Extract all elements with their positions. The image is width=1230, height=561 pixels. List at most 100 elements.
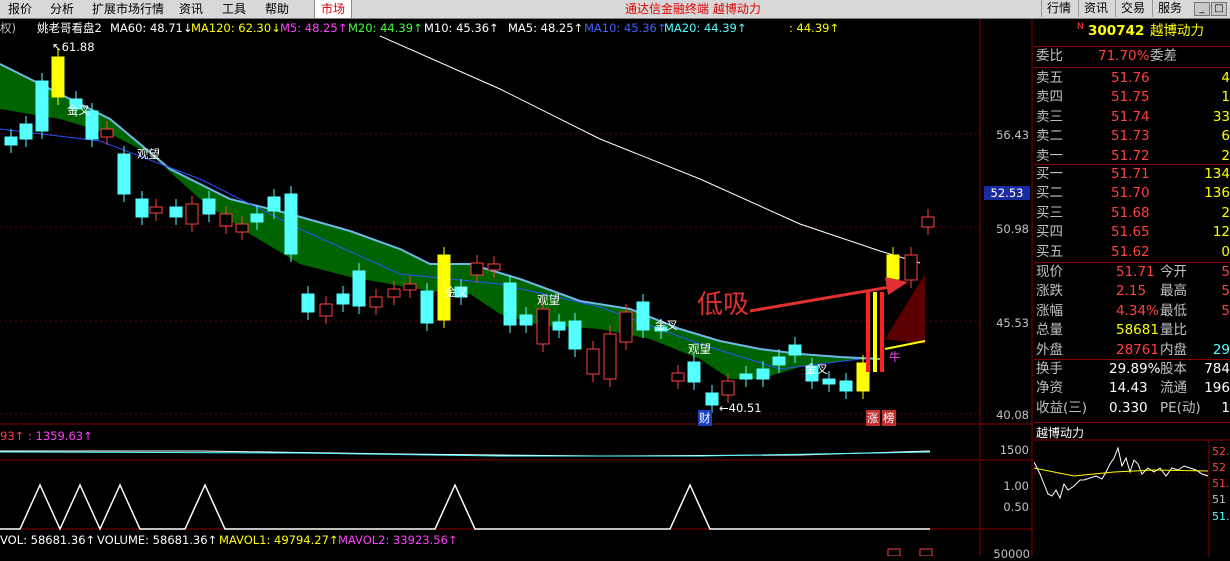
stat-label: 量比: [1160, 322, 1187, 339]
candle: [921, 216, 935, 228]
weibi-row: 委比 71.70% 委差: [1034, 47, 1230, 66]
bid-level-label: 买四: [1036, 224, 1063, 241]
candle: [336, 293, 350, 305]
trend-band: [0, 64, 880, 379]
menu-item-tools[interactable]: 工具: [222, 1, 246, 17]
price-axis-label: 50.98: [996, 222, 1029, 236]
candle: [149, 206, 163, 214]
stat-label: 股本: [1160, 361, 1187, 377]
menu-item-news[interactable]: 资讯: [179, 1, 203, 17]
bid-row: 买三 51.68 2: [1034, 204, 1230, 223]
indicator2-axis-low: 0.50: [1003, 500, 1029, 514]
stat-label: 涨幅: [1036, 302, 1063, 319]
candle: [519, 314, 533, 326]
legend-m10: M10: 45.36↑: [424, 21, 499, 35]
candle: [135, 198, 149, 218]
indicator1-label-b: : 1359.63↑: [28, 429, 93, 443]
bid-volume: 0: [1221, 243, 1230, 260]
minimize-icon[interactable]: _: [1194, 2, 1210, 16]
bid-row: 买四 51.65 12: [1034, 223, 1230, 242]
signal-bar: [866, 292, 870, 372]
ask-level-label: 卖三: [1036, 108, 1063, 125]
candle: [671, 372, 685, 382]
menu-bar: 报价 分析 扩展市场行情 资讯 工具 帮助 市场 通达信金融终端 越博动力 行情…: [0, 0, 1230, 19]
volume-axis-label: 50000: [993, 547, 1030, 561]
candle: [169, 206, 183, 218]
stat-row: 涨跌 2.15 最高 5: [1034, 282, 1230, 301]
stat-row: 净资 14.43 流通 196: [1034, 379, 1230, 398]
ask-volume: 4: [1221, 70, 1230, 86]
golden-cross-label: 金叉: [805, 362, 828, 376]
watch-label: 观望: [137, 147, 160, 161]
maximize-icon[interactable]: □: [1211, 2, 1227, 16]
stat-label: PE(动): [1160, 399, 1201, 416]
ask-volume: 2: [1221, 147, 1230, 164]
ask-volume: 6: [1221, 128, 1230, 145]
bid-level-label: 买五: [1036, 243, 1063, 260]
market-tab[interactable]: 市场: [314, 0, 353, 18]
candle: [705, 392, 719, 406]
stat-label: 最低: [1160, 302, 1187, 319]
stock-code[interactable]: 300742: [1088, 22, 1144, 41]
candle: [352, 270, 366, 307]
stat-value: 1: [1221, 399, 1230, 416]
stat-label: 换手: [1036, 361, 1063, 377]
price-axis-label: 45.53: [996, 316, 1029, 330]
stat-row: 现价 51.71 今开 5: [1034, 263, 1230, 282]
ma60-line: [379, 35, 921, 264]
stat-row: 换手 29.89% 股本 784: [1034, 360, 1230, 379]
stat-value: 29: [1212, 341, 1230, 358]
divider: [1034, 262, 1230, 263]
bid-level-label: 买二: [1036, 185, 1063, 202]
limit-up-marker: 涨: [866, 410, 880, 426]
candle: [822, 378, 836, 385]
candle: [301, 293, 315, 313]
menu-item-quote[interactable]: 报价: [8, 1, 32, 17]
candle: [319, 303, 333, 317]
candlestick-chart[interactable]: [0, 19, 1033, 556]
volume-bar: [887, 548, 901, 556]
mavol1-label: MAVOL1: 49794.27↑: [219, 533, 339, 547]
bid-price: 51.68: [1111, 204, 1150, 221]
candle: [839, 380, 853, 392]
service-button[interactable]: 服务: [1152, 0, 1187, 17]
bid-price: 51.62: [1111, 243, 1150, 260]
trade-button[interactable]: 交易: [1115, 0, 1150, 17]
ask-row: 卖五 51.76 4: [1034, 69, 1230, 88]
bid-row: 买二 51.70 136: [1034, 184, 1230, 203]
quote-button[interactable]: 行情: [1041, 0, 1076, 17]
weibi-value: 71.70%: [1098, 48, 1150, 64]
candle: [100, 128, 114, 138]
stat-row: 外盘 28761 内盘 29: [1034, 341, 1230, 360]
bid-row: 买一 51.71 134: [1034, 165, 1230, 184]
news-button[interactable]: 资讯: [1078, 0, 1113, 17]
candle: [250, 213, 264, 223]
ask-volume: 1: [1221, 89, 1230, 106]
stock-name[interactable]: 越博动力: [1150, 22, 1204, 41]
ask-volume: 33: [1212, 108, 1230, 125]
legend-ma20: MA20: 44.39↑: [664, 21, 747, 35]
ask-price: 51.75: [1111, 89, 1150, 106]
ask-row: 卖四 51.75 1: [1034, 88, 1230, 107]
mini-axis-label: 52: [1212, 461, 1226, 474]
bull-marker: 牛: [889, 350, 901, 364]
quote-panel: N 300742 越博动力 委比 71.70% 委差 卖五 51.76 4 卖四 51.…: [1034, 19, 1230, 424]
stat-label: 净资: [1036, 380, 1063, 397]
mini-intraday-chart[interactable]: 越博动力 52. 52 51. 51 51.: [1034, 424, 1230, 557]
stat-value: 5: [1221, 264, 1230, 280]
menu-item-extended-market[interactable]: 扩展市场行情: [92, 1, 164, 17]
candle: [619, 311, 633, 343]
bid-level-label: 买三: [1036, 204, 1063, 221]
candle: [284, 193, 298, 255]
bid-volume: 134: [1204, 166, 1230, 182]
main-chart[interactable]: [0, 19, 1033, 556]
candle: [904, 254, 918, 281]
legend-title[interactable]: 姚老哥看盘2: [37, 20, 102, 36]
low-price-value: 40.51: [728, 401, 762, 415]
legend-m5: M5: 48.25↑: [280, 21, 348, 35]
stat-label: 涨跌: [1036, 283, 1063, 300]
menu-item-help[interactable]: 帮助: [265, 1, 289, 17]
legend-ma60: MA60: 48.71↓: [110, 21, 193, 35]
golden-cross-label: 金叉: [445, 285, 468, 299]
menu-item-analysis[interactable]: 分析: [50, 1, 74, 17]
